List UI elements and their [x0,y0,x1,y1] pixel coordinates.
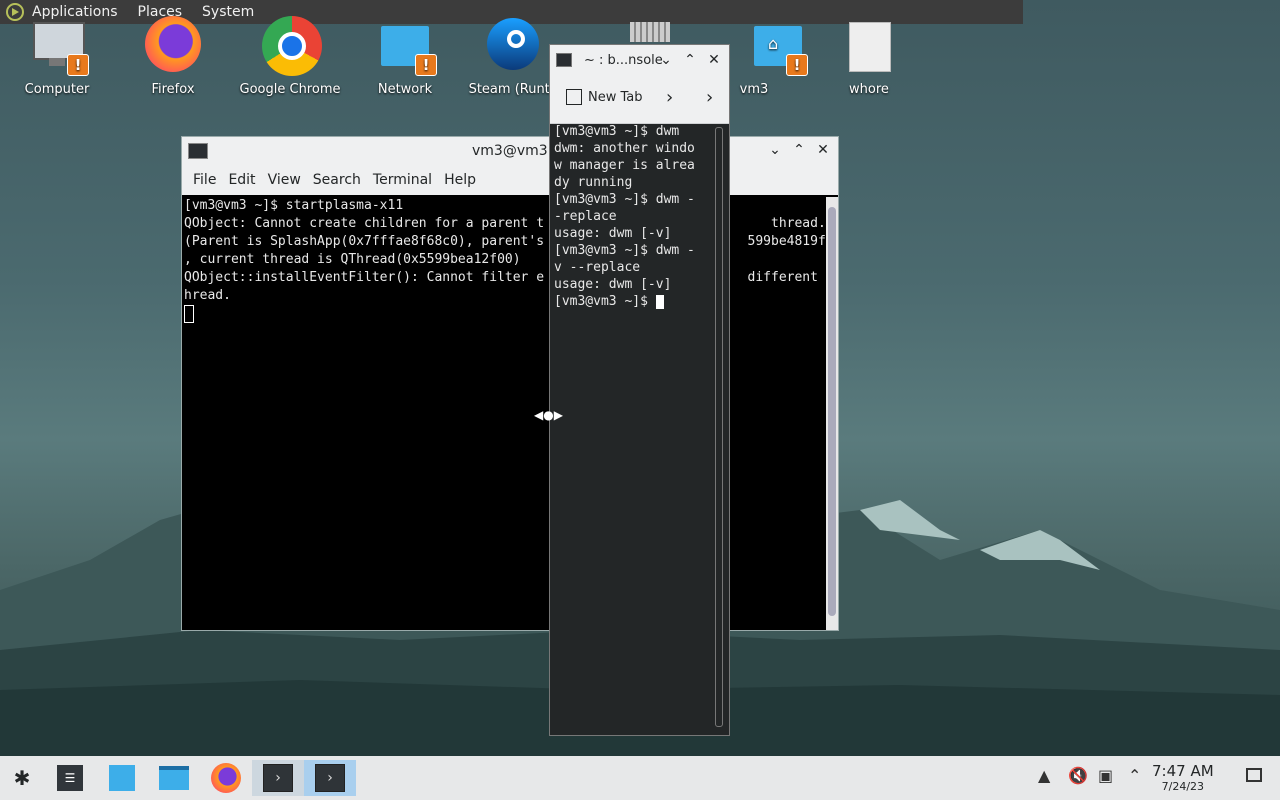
taskbar: ✱ ☰ › › ▲ 🔇 ▣ ⌃ 7:47 AM 7/24/23 [0,756,1280,800]
terminal-window[interactable]: vm3@vm3:~ ⌄ ⌃ ✕ File Edit View Search Te… [181,136,839,631]
terminal-titlebar[interactable]: vm3@vm3:~ ⌄ ⌃ ✕ [182,137,838,165]
terminal-line: [vm3@vm3 ~]$ [554,294,656,309]
chevron-up-icon[interactable]: ⌃ [1128,766,1141,785]
desktop-icon-computer[interactable]: ! Computer [2,22,112,97]
konsole-toolbar: New Tab › › [550,75,729,124]
konsole-window[interactable]: ~ : b...nsole ⌄ ⌃ ✕ New Tab › › [vm3@vm3… [549,44,730,736]
clock-date: 7/24/23 [1161,780,1205,793]
desktop-icon-whore[interactable]: whore [814,22,924,97]
terminal-icon: › [263,764,293,792]
volume-muted-icon[interactable]: 🔇 [1068,766,1088,785]
menu-applications[interactable]: Applications [32,4,118,20]
terminal-line: usage: dwm [-v] [554,226,672,241]
resize-cursor-icon: ◀●▶ [534,408,563,422]
terminal-line: -replace [554,209,617,224]
computer-icon: ! [29,22,89,78]
menu-file[interactable]: File [193,172,216,188]
firefox-icon [145,16,201,78]
terminal-line: w manager is alrea [554,158,695,173]
chevron-right-icon[interactable]: › [666,87,673,108]
menu-edit[interactable]: Edit [228,172,255,188]
chevron-right-icon[interactable]: › [706,87,713,108]
file-icon [841,22,897,78]
maximize-button[interactable]: ⌃ [681,51,699,69]
store-icon [109,765,135,791]
close-button[interactable]: ✕ [705,51,723,69]
terminal-line: v --replace [554,260,641,275]
new-tab-icon [566,89,582,105]
terminal-scrollbar[interactable] [826,197,838,630]
clock[interactable]: 7:47 AM 7/24/23 [1152,762,1214,793]
home-folder-icon: ⌂ ! [726,22,808,78]
terminal-cursor [184,305,194,323]
show-desktop-icon[interactable] [1246,768,1262,782]
network-folder-icon: ! [377,22,437,78]
desktop-icon-firefox[interactable]: Firefox [118,16,228,97]
terminal-line: dwm: another windo [554,141,695,156]
terminal-line: usage: dwm [-v] [554,277,672,292]
desktop-icon-network[interactable]: ! Network [350,22,460,97]
application-launcher-button[interactable]: ✱ [2,760,42,796]
taskbar-discover[interactable] [102,760,142,796]
menu-view[interactable]: View [268,172,301,188]
konsole-title: ~ : b...nsole [584,53,663,68]
menu-terminal[interactable]: Terminal [373,172,432,188]
close-button[interactable]: ✕ [814,141,832,159]
taskbar-konsole[interactable]: › [304,760,356,796]
taskbar-firefox[interactable] [206,760,246,796]
konsole-output[interactable]: [vm3@vm3 ~]$ dwm dwm: another windo w mana… [554,123,715,735]
terminal-line: [vm3@vm3 ~]$ dwm [554,124,680,139]
konsole-titlebar[interactable]: ~ : b...nsole ⌄ ⌃ ✕ [550,45,729,75]
konsole-icon: › [315,764,345,792]
launcher-icon: ✱ [13,766,31,790]
menu-system[interactable]: System [202,4,254,20]
distro-logo-icon[interactable] [6,3,24,21]
desktop-icon-google-chrome[interactable]: Google Chrome [235,16,345,97]
minimize-button[interactable]: ⌄ [766,141,784,159]
steam-icon [483,18,539,78]
update-icon[interactable]: ▲ [1038,766,1050,785]
maximize-button[interactable]: ⌃ [790,141,808,159]
settings-icon: ☰ [57,765,83,791]
terminal-cursor [655,294,664,309]
firefox-icon [211,763,241,793]
taskbar-terminal[interactable]: › [252,760,304,796]
terminal-line: [vm3@vm3 ~]$ dwm - [554,192,695,207]
scrollbar-thumb[interactable] [828,207,836,616]
taskbar-file-manager[interactable] [154,760,194,796]
folder-icon [159,766,189,790]
konsole-icon [556,53,572,67]
terminal-icon [188,143,208,159]
taskbar-system-settings[interactable]: ☰ [50,760,90,796]
konsole-scrollbar[interactable] [715,127,723,727]
menu-search[interactable]: Search [313,172,361,188]
chrome-icon [262,16,322,78]
menu-help[interactable]: Help [444,172,476,188]
minimize-button[interactable]: ⌄ [657,51,675,69]
new-tab-button[interactable]: New Tab [566,89,643,105]
clock-time: 7:47 AM [1152,762,1214,780]
terminal-menubar: File Edit View Search Terminal Help [182,165,838,195]
terminal-line: dy running [554,175,633,190]
network-icon[interactable]: ▣ [1098,766,1113,785]
terminal-line: [vm3@vm3 ~]$ dwm - [554,243,695,258]
